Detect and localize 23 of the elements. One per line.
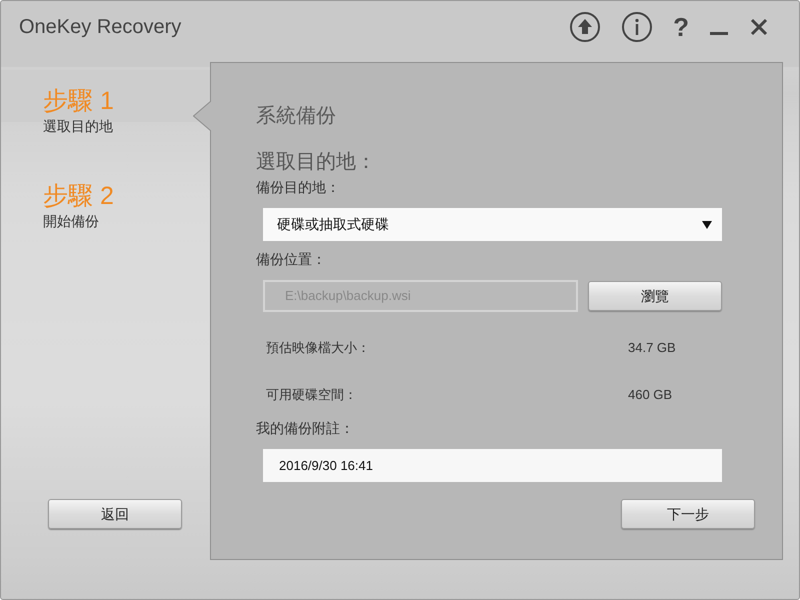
field-label: 我的備份附註： — [256, 419, 355, 438]
upload-icon[interactable] — [569, 11, 602, 43]
step-label: 選取目的地 — [43, 116, 114, 136]
field-label: 備份目的地： — [256, 178, 341, 197]
section-title: 系統備份 — [256, 104, 337, 129]
next-button[interactable]: 下一步 — [621, 499, 755, 529]
field-label: 備份位置： — [256, 250, 327, 269]
step-label: 開始備份 — [43, 212, 100, 230]
info-value: 460 GB — [628, 386, 674, 404]
step-title: 步驟 2 — [43, 183, 115, 210]
help-button[interactable]: ? — [673, 14, 689, 40]
info-label: 預估映像檔大小： — [266, 338, 371, 357]
destination-dropdown[interactable]: 硬碟或抽取式硬碟 — [263, 208, 722, 241]
back-button[interactable]: 返回 — [48, 499, 182, 529]
caret-icon — [702, 220, 712, 228]
note-field[interactable]: 2016/9/30 16:41 — [263, 449, 722, 482]
close-icon[interactable] — [749, 17, 769, 37]
info-value: 34.7 GB — [628, 338, 677, 357]
step-title: 步驟 1 — [43, 88, 115, 116]
window-title: OneKey Recovery — [19, 15, 182, 40]
info-label: 可用硬碟空間： — [266, 386, 358, 404]
info-icon[interactable] — [621, 11, 654, 43]
section-heading: 選取目的地： — [256, 151, 377, 173]
